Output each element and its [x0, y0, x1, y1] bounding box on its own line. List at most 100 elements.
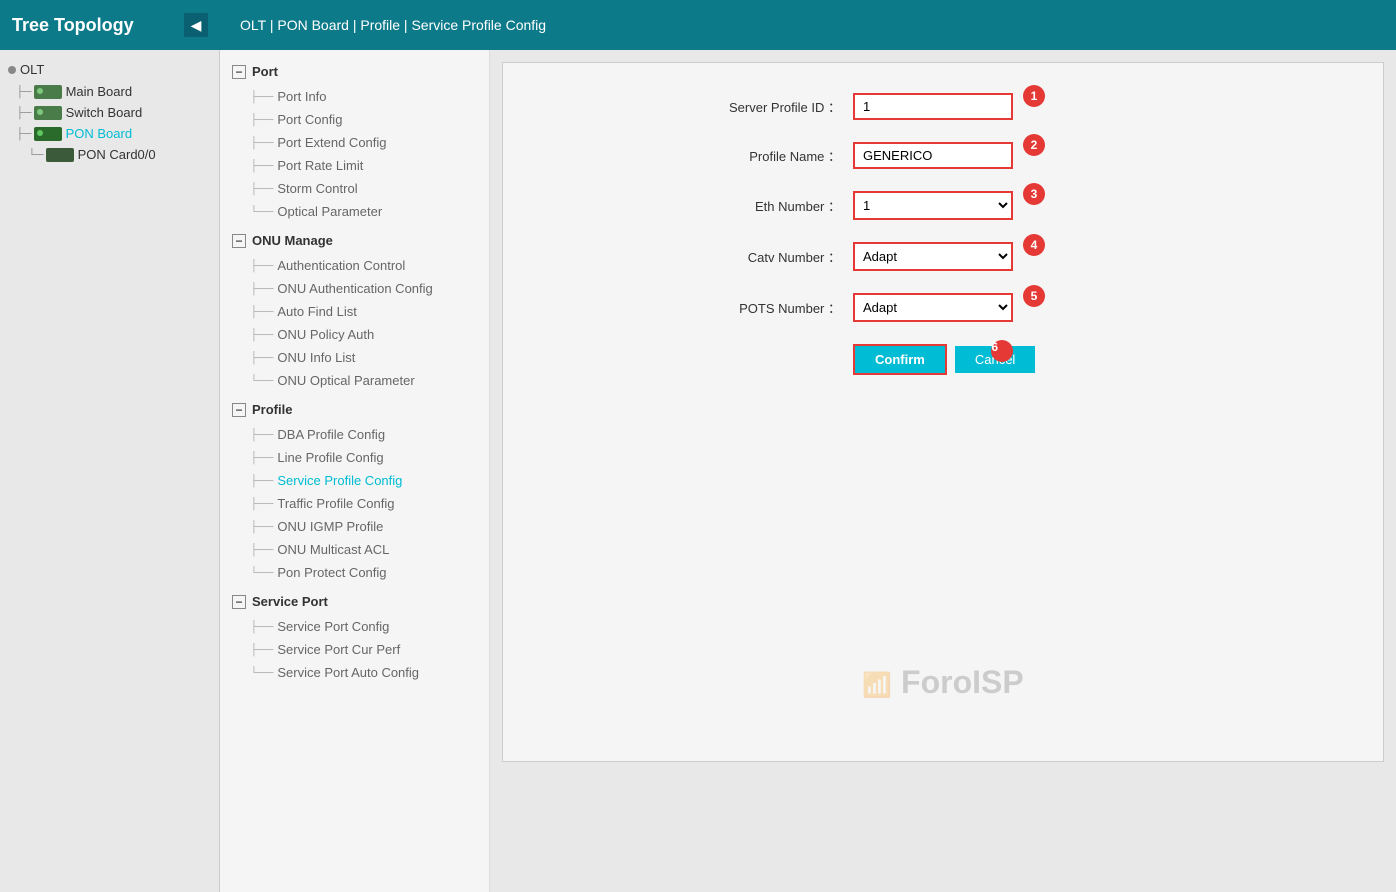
- menu-section-profile-header[interactable]: − Profile: [220, 396, 489, 423]
- menu-item-port-info[interactable]: ├── Port Info: [220, 85, 489, 108]
- menu-item-port-config[interactable]: ├── Port Config: [220, 108, 489, 131]
- menu-section-port-header[interactable]: − Port: [220, 58, 489, 85]
- watermark: 📶 ForoISP: [862, 664, 1023, 701]
- sidebar-item-pon-board[interactable]: ├─ PON Board: [0, 123, 219, 144]
- menu-item-label: Optical Parameter: [277, 204, 382, 219]
- menu-item-label: ONU Optical Parameter: [277, 373, 414, 388]
- sidebar-item-label: PON Board: [66, 126, 132, 141]
- section-label: Port: [252, 64, 278, 79]
- menu-section-service-port: − Service Port ├── Service Port Config ├…: [220, 588, 489, 684]
- sidebar-item-olt[interactable]: OLT: [0, 58, 219, 81]
- connector-icon: ├──: [250, 498, 273, 510]
- menu-item-dba-profile-config[interactable]: ├── DBA Profile Config: [220, 423, 489, 446]
- connector-icon: ├─: [16, 107, 32, 119]
- menu-item-auth-control[interactable]: ├── Authentication Control: [220, 254, 489, 277]
- menu-item-label: Service Profile Config: [277, 473, 402, 488]
- profile-name-label: Profile Name ：: [653, 146, 853, 165]
- connector-icon: ├──: [250, 183, 273, 195]
- menu-item-port-extend-config[interactable]: ├── Port Extend Config: [220, 131, 489, 154]
- catv-number-label: Catv Number ：: [653, 247, 853, 266]
- sidebar-toggle-button[interactable]: ◀: [184, 13, 208, 37]
- step-badge-6: 6: [991, 340, 1013, 362]
- menu-item-label: Service Port Config: [277, 619, 389, 634]
- card-icon: [46, 148, 74, 162]
- section-label: ONU Manage: [252, 233, 333, 248]
- form-row-server-profile-id: Server Profile ID ： 1: [653, 93, 1233, 120]
- main-content: Server Profile ID ： 1 Profile Name ： 2 E…: [490, 50, 1396, 892]
- connector-icon: └──: [250, 567, 273, 579]
- menu-item-onu-igmp-profile[interactable]: ├── ONU IGMP Profile: [220, 515, 489, 538]
- step-badge-5: 5: [1023, 285, 1045, 307]
- menu-item-service-port-cur-perf[interactable]: ├── Service Port Cur Perf: [220, 638, 489, 661]
- form-row-eth-number: Eth Number ： 1 2 4 8 3: [653, 191, 1233, 220]
- connector-icon: ├──: [250, 114, 273, 126]
- collapse-icon: −: [232, 65, 246, 79]
- profile-name-input[interactable]: [853, 142, 1013, 169]
- menu-item-service-port-auto-config[interactable]: └── Service Port Auto Config: [220, 661, 489, 684]
- content-panel: Server Profile ID ： 1 Profile Name ： 2 E…: [502, 62, 1384, 762]
- server-profile-id-label: Server Profile ID ：: [653, 97, 853, 116]
- connector-icon: ├──: [250, 429, 273, 441]
- connector-icon: ├──: [250, 352, 273, 364]
- menu-item-label: Service Port Auto Config: [277, 665, 419, 680]
- eth-number-select[interactable]: 1 2 4 8: [853, 191, 1013, 220]
- sidebar-item-main-board[interactable]: ├─ Main Board: [0, 81, 219, 102]
- connector-icon: ├──: [250, 260, 273, 272]
- connector-icon: ├──: [250, 452, 273, 464]
- connector-icon: ├──: [250, 544, 273, 556]
- sidebar-item-switch-board[interactable]: ├─ Switch Board: [0, 102, 219, 123]
- confirm-button[interactable]: Confirm: [853, 344, 947, 375]
- menu-section-onu-manage: − ONU Manage ├── Authentication Control …: [220, 227, 489, 392]
- pon-icon: [34, 127, 62, 141]
- sidebar-item-pon-card[interactable]: └─ PON Card0/0: [0, 144, 219, 165]
- menu-item-line-profile-config[interactable]: ├── Line Profile Config: [220, 446, 489, 469]
- sidebar-item-label: Main Board: [66, 84, 132, 99]
- menu-section-service-port-header[interactable]: − Service Port: [220, 588, 489, 615]
- menu-item-label: Port Config: [277, 112, 342, 127]
- step-badge-3: 3: [1023, 183, 1045, 205]
- catv-number-select[interactable]: Adapt 0 1: [853, 242, 1013, 271]
- form-buttons-row: Confirm Cancel 6: [853, 344, 1233, 375]
- connector-icon: └──: [250, 375, 273, 387]
- menu-item-onu-policy-auth[interactable]: ├── ONU Policy Auth: [220, 323, 489, 346]
- menu-item-auto-find-list[interactable]: ├── Auto Find List: [220, 300, 489, 323]
- menu-item-label: Port Rate Limit: [277, 158, 363, 173]
- menu-item-optical-parameter[interactable]: └── Optical Parameter: [220, 200, 489, 223]
- connector-icon: ├─: [16, 128, 32, 140]
- menu-item-onu-info-list[interactable]: ├── ONU Info List: [220, 346, 489, 369]
- menu-item-label: Line Profile Config: [277, 450, 383, 465]
- menu-item-pon-protect-config[interactable]: └── Pon Protect Config: [220, 561, 489, 584]
- section-label: Profile: [252, 402, 292, 417]
- menu-item-storm-control[interactable]: ├── Storm Control: [220, 177, 489, 200]
- menu-item-port-rate-limit[interactable]: ├── Port Rate Limit: [220, 154, 489, 177]
- connector-icon: ├──: [250, 621, 273, 633]
- menu-item-onu-multicast-acl[interactable]: ├── ONU Multicast ACL: [220, 538, 489, 561]
- connector-icon: ├──: [250, 283, 273, 295]
- connector-icon: ├──: [250, 91, 273, 103]
- menu-item-label: DBA Profile Config: [277, 427, 385, 442]
- connector-icon: ├──: [250, 160, 273, 172]
- connector-icon: └──: [250, 206, 273, 218]
- menu-section-profile: − Profile ├── DBA Profile Config ├── Lin…: [220, 396, 489, 584]
- sidebar-item-label: Switch Board: [66, 105, 143, 120]
- menu-item-onu-auth-config[interactable]: ├── ONU Authentication Config: [220, 277, 489, 300]
- watermark-signal-icon: 📶: [862, 672, 892, 699]
- menu-section-onu-manage-header[interactable]: − ONU Manage: [220, 227, 489, 254]
- pots-number-select[interactable]: Adapt 0 2 4: [853, 293, 1013, 322]
- menu-item-onu-optical-parameter[interactable]: └── ONU Optical Parameter: [220, 369, 489, 392]
- menu-item-label: ONU Multicast ACL: [277, 542, 389, 557]
- device-icon: [34, 85, 62, 99]
- server-profile-id-input[interactable]: [853, 93, 1013, 120]
- menu-item-service-profile-config[interactable]: ├── Service Profile Config: [220, 469, 489, 492]
- menu-item-traffic-profile-config[interactable]: ├── Traffic Profile Config: [220, 492, 489, 515]
- pots-number-label: POTS Number ：: [653, 298, 853, 317]
- connector-icon: └──: [250, 667, 273, 679]
- menu-item-label: ONU Policy Auth: [277, 327, 374, 342]
- menu-item-label: Port Extend Config: [277, 135, 386, 150]
- collapse-icon: −: [232, 403, 246, 417]
- connector-icon: ├──: [250, 475, 273, 487]
- menu-item-label: Storm Control: [277, 181, 357, 196]
- menu-item-label: Authentication Control: [277, 258, 405, 273]
- connector-icon: └─: [28, 149, 44, 161]
- menu-item-service-port-config[interactable]: ├── Service Port Config: [220, 615, 489, 638]
